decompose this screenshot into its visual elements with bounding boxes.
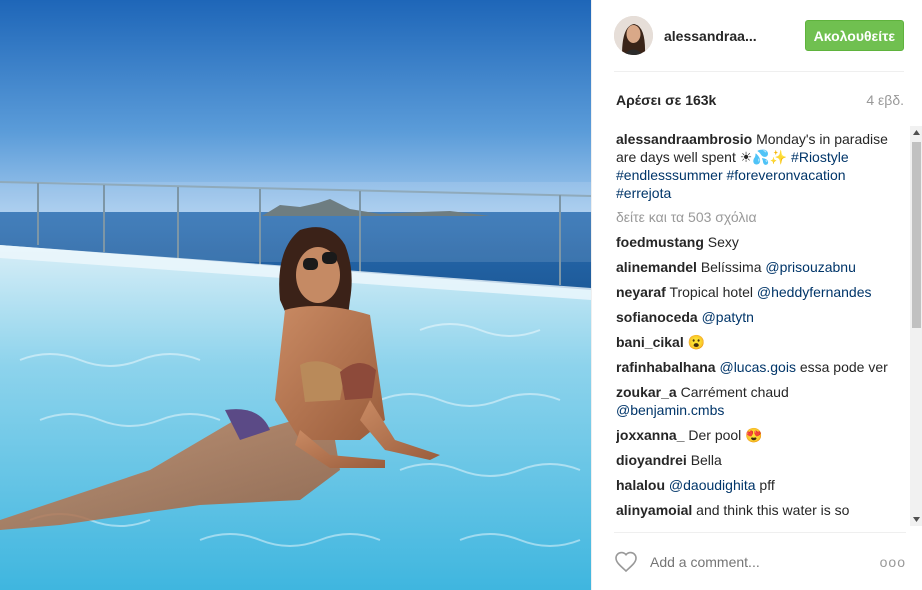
comment-username[interactable]: bani_cikal [616, 334, 684, 350]
comment-item: alinyamoial and think this water is so [616, 501, 894, 519]
comment-text: Tropical hotel [669, 284, 753, 300]
comment-username[interactable]: dioyandrei [616, 452, 687, 468]
scroll-down-icon[interactable] [910, 513, 922, 526]
following-button[interactable]: Ακολουθείτε [804, 20, 904, 51]
comment-item: sofianoceda @patytn [616, 308, 894, 326]
heart-icon[interactable] [614, 550, 638, 574]
scroll-up-icon[interactable] [910, 126, 922, 139]
comment-username[interactable]: joxxanna_ [616, 427, 684, 443]
comment-text: pff [759, 477, 775, 493]
comment-mention[interactable]: @lucas.gois [719, 359, 795, 375]
comment-item: alinemandel Belíssima @prisouzabnu [616, 258, 894, 276]
comment-text: Belíssima [700, 259, 762, 275]
comment-item: neyaraf Tropical hotel @heddyfernandes [616, 283, 894, 301]
comment-text: 😮 [687, 334, 706, 350]
comments-scrollbar[interactable] [910, 126, 922, 526]
avatar-image [614, 16, 653, 55]
comment-mention[interactable]: @prisouzabnu [765, 259, 856, 275]
add-comment-input[interactable] [650, 553, 850, 570]
caption-username[interactable]: alessandraambrosio [616, 131, 752, 147]
comments-list: alessandraambrosio Monday's in paradise … [616, 130, 894, 526]
comment-text: Der pool 😍 [688, 427, 763, 443]
comment-username[interactable]: neyaraf [616, 284, 666, 300]
post-footer: ooo [614, 532, 906, 590]
post-age[interactable]: 4 εβδ. [866, 92, 904, 108]
post-username[interactable]: alessandraa... [664, 28, 782, 44]
post-photo[interactable] [0, 0, 591, 590]
comment-item: bani_cikal 😮 [616, 333, 894, 351]
comment-username[interactable]: foedmustang [616, 234, 704, 250]
comment-mention[interactable]: @patytn [702, 309, 754, 325]
post-header: alessandraa... Ακολουθείτε [614, 0, 904, 72]
instagram-post-modal: alessandraa... Ακολουθείτε Αρέσει σε 163… [0, 0, 922, 590]
comment-item: dioyandrei Bella [616, 451, 894, 469]
comment-item: joxxanna_ Der pool 😍 [616, 426, 894, 444]
post-side-panel: alessandraa... Ακολουθείτε Αρέσει σε 163… [591, 0, 922, 590]
comment-item: foedmustang Sexy [616, 233, 894, 251]
comment-username[interactable]: rafinhabalhana [616, 359, 716, 375]
comment-item: zoukar_a Carrément chaud @benjamin.cmbs [616, 383, 894, 419]
comment-username[interactable]: halalou [616, 477, 665, 493]
comment-text: Bella [690, 452, 722, 468]
comment-mention[interactable]: @daoudighita [669, 477, 756, 493]
comment-username[interactable]: alinemandel [616, 259, 697, 275]
avatar[interactable] [614, 16, 653, 55]
pool-photo-illustration [0, 0, 591, 590]
post-caption: alessandraambrosio Monday's in paradise … [616, 130, 894, 202]
comment-item: rafinhabalhana @lucas.gois essa pode ver [616, 358, 894, 376]
comment-text: and think this water is so [696, 502, 850, 518]
comment-username[interactable]: alinyamoial [616, 502, 692, 518]
comment-text: essa pode ver [799, 359, 888, 375]
likes-row: Αρέσει σε 163k 4 εβδ. [616, 92, 904, 108]
more-options-icon[interactable]: ooo [880, 554, 906, 570]
comment-mention[interactable]: @heddyfernandes [757, 284, 872, 300]
comment-username[interactable]: sofianoceda [616, 309, 698, 325]
comment-text: Carrément chaud [680, 384, 789, 400]
likes-count[interactable]: Αρέσει σε 163k [616, 92, 716, 108]
comment-username[interactable]: zoukar_a [616, 384, 677, 400]
scrollbar-thumb[interactable] [912, 142, 921, 328]
comment-text: Sexy [707, 234, 739, 250]
comment-mention[interactable]: @benjamin.cmbs [616, 402, 724, 418]
view-all-comments-link[interactable]: δείτε και τα 503 σχόλια [616, 208, 894, 226]
comment-item: halalou @daoudighita pff [616, 476, 894, 494]
